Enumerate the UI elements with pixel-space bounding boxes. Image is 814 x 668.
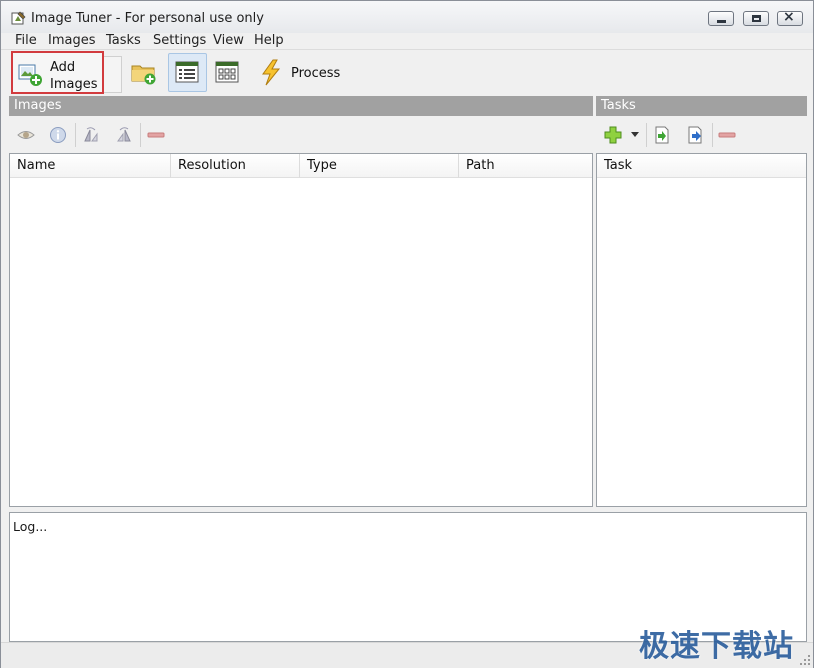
- menu-tasks[interactable]: Tasks: [106, 33, 141, 48]
- menu-settings[interactable]: Settings: [153, 33, 206, 48]
- close-button[interactable]: ×: [777, 9, 803, 26]
- add-folder-icon: [131, 65, 156, 85]
- thumbnail-view-button[interactable]: [210, 54, 246, 90]
- import-task-icon[interactable]: [653, 126, 671, 144]
- column-header-path[interactable]: Path: [459, 154, 592, 178]
- rotate-right-icon[interactable]: [115, 126, 133, 144]
- app-icon: [11, 11, 26, 25]
- column-header-task[interactable]: Task: [597, 154, 806, 178]
- minimize-icon: [717, 20, 726, 23]
- export-task-icon[interactable]: [686, 126, 704, 144]
- images-list[interactable]: Name Resolution Type Path: [9, 153, 593, 507]
- tasks-list[interactable]: Task: [596, 153, 807, 507]
- maximize-icon: [752, 15, 761, 22]
- toolbar-separator: [712, 123, 713, 147]
- preview-eye-icon[interactable]: [17, 126, 35, 144]
- menu-file[interactable]: File: [15, 33, 37, 48]
- add-images-label-line2: Images: [50, 77, 98, 92]
- menu-bar: File Images Tasks Settings View Help: [1, 33, 813, 49]
- resize-grip-icon[interactable]: [799, 654, 811, 666]
- tasks-panel-header: Tasks: [596, 96, 807, 116]
- add-image-icon: [18, 64, 42, 86]
- add-images-dropdown[interactable]: [104, 56, 122, 93]
- rotate-left-icon[interactable]: [82, 126, 100, 144]
- remove-image-icon[interactable]: [147, 126, 165, 144]
- title-bar: Image Tuner - For personal use only ×: [1, 1, 813, 33]
- watermark-text: 极速下载站: [639, 629, 794, 664]
- thumbnail-view-icon: [215, 61, 239, 83]
- column-header-resolution[interactable]: Resolution: [171, 154, 300, 178]
- process-label[interactable]: Process: [291, 66, 340, 81]
- main-toolbar: Add Images Process: [1, 49, 813, 96]
- app-window: Image Tuner - For personal use only × Fi…: [0, 0, 814, 668]
- images-toolbar: [9, 117, 593, 153]
- toolbar-separator: [646, 123, 647, 147]
- toolbar-separator: [140, 123, 141, 147]
- maximize-button[interactable]: [743, 11, 769, 26]
- log-text: Log...: [13, 519, 48, 534]
- menu-view[interactable]: View: [213, 33, 244, 48]
- add-images-label: Add Images: [50, 59, 98, 93]
- close-icon: ×: [783, 9, 795, 25]
- menu-images[interactable]: Images: [48, 33, 96, 48]
- remove-task-icon[interactable]: [718, 126, 736, 144]
- info-icon[interactable]: [49, 126, 67, 144]
- add-folder-button[interactable]: [126, 54, 162, 90]
- tasks-toolbar: [596, 117, 807, 153]
- add-task-icon[interactable]: [604, 126, 622, 144]
- list-view-icon: [175, 61, 199, 83]
- column-header-name[interactable]: Name: [10, 154, 171, 178]
- chevron-down-icon[interactable]: [630, 131, 640, 139]
- add-images-label-line1: Add: [50, 60, 76, 75]
- list-view-button[interactable]: [168, 53, 207, 92]
- toolbar-separator: [75, 123, 76, 147]
- minimize-button[interactable]: [708, 11, 734, 26]
- window-title: Image Tuner - For personal use only: [31, 11, 264, 26]
- menu-help[interactable]: Help: [254, 33, 284, 48]
- add-images-button[interactable]: Add Images: [11, 51, 104, 94]
- lightning-icon: [262, 59, 281, 86]
- column-header-type[interactable]: Type: [300, 154, 459, 178]
- images-panel-header: Images: [9, 96, 593, 116]
- process-button[interactable]: [253, 54, 289, 90]
